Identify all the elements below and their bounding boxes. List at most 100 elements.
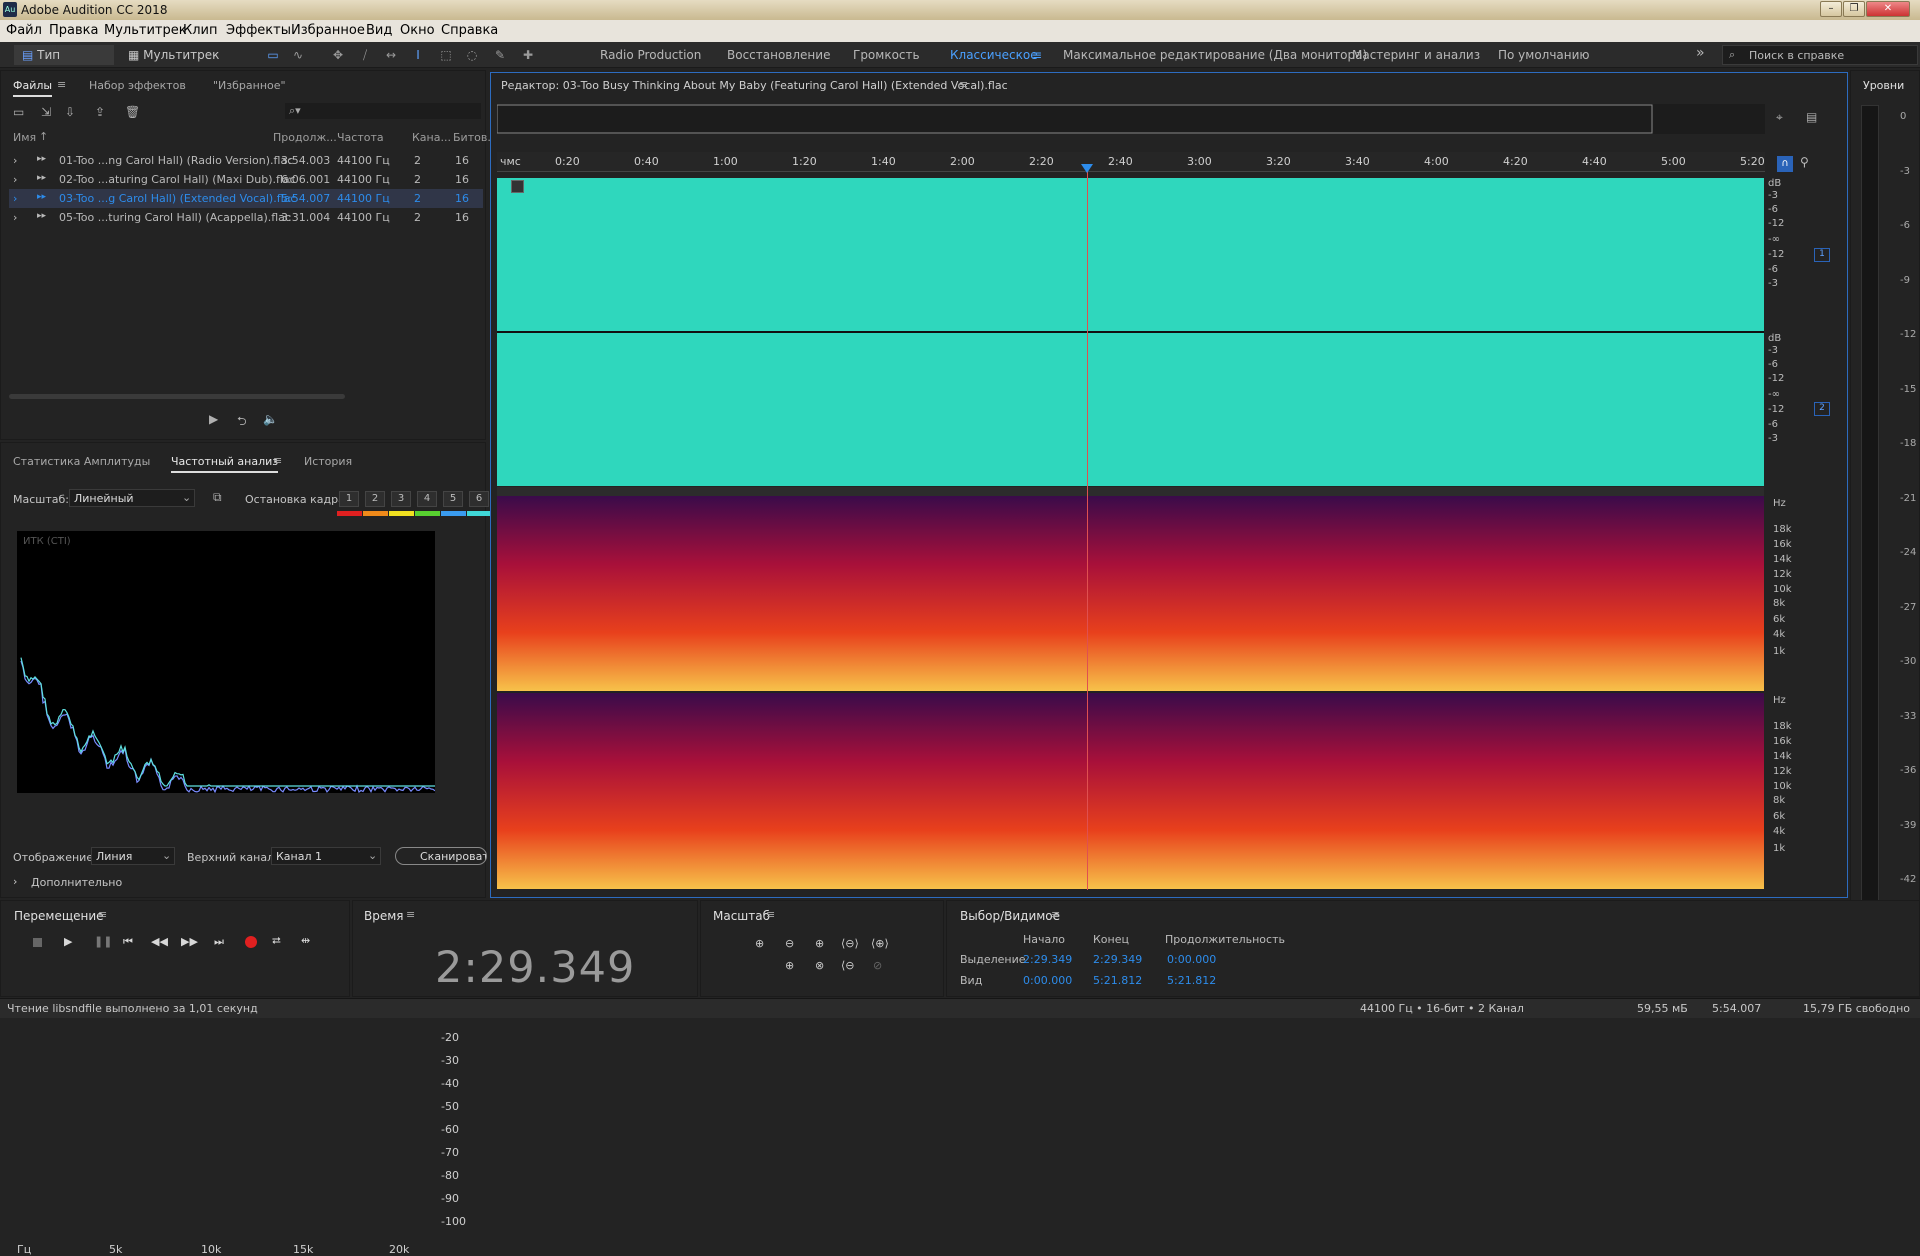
- files-scrollbar[interactable]: [9, 394, 345, 399]
- scan-button[interactable]: Сканировать: [395, 847, 487, 865]
- brush-tool-icon[interactable]: ✎: [492, 47, 508, 63]
- more-workspaces-icon[interactable]: »: [1696, 45, 1705, 61]
- view-start[interactable]: 0:00.000: [1023, 974, 1072, 987]
- auto-play-icon[interactable]: 🔈: [263, 412, 278, 426]
- tab-files[interactable]: Файлы: [13, 79, 53, 97]
- workspace-max-editing[interactable]: Максимальное редактирование (Два монитор…: [1063, 48, 1367, 62]
- menu-file[interactable]: Файл: [6, 23, 42, 38]
- time-selection-tool-icon[interactable]: I: [410, 47, 426, 63]
- waveform-channel-2[interactable]: [497, 333, 1764, 486]
- spot-healing-icon[interactable]: ✚: [520, 47, 536, 63]
- close-icon[interactable]: ✕: [1866, 1, 1910, 17]
- tab-effects-rack[interactable]: Набор эффектов: [89, 79, 186, 92]
- spectral-display-icon[interactable]: ▭: [265, 47, 281, 63]
- selection-duration[interactable]: 0:00.000: [1167, 953, 1216, 966]
- tab-frequency-analysis[interactable]: Частотный анализ: [171, 455, 279, 473]
- restore-icon[interactable]: ❐: [1843, 1, 1865, 17]
- tab-favorites[interactable]: "Избранное": [213, 79, 286, 92]
- tab-history[interactable]: История: [304, 455, 352, 468]
- expand-chevron-icon[interactable]: ›: [13, 192, 17, 205]
- spectrogram-channel-1[interactable]: [497, 496, 1764, 691]
- hold-button-4[interactable]: 4: [417, 491, 437, 507]
- fast-forward-icon[interactable]: ▶▶: [181, 935, 198, 948]
- zoom-to-selection-icon[interactable]: ⊗: [815, 959, 824, 972]
- linked-view-icon[interactable]: ⧉: [213, 490, 222, 505]
- editor-menu-icon[interactable]: ≡: [959, 78, 968, 91]
- to-start-icon[interactable]: ⏮: [123, 935, 133, 949]
- channel-2-badge[interactable]: 2: [1814, 402, 1830, 416]
- zoom-to-selection-icon[interactable]: ⌖: [1776, 110, 1783, 125]
- menu-edit[interactable]: Правка: [49, 23, 98, 38]
- time-menu-icon[interactable]: ≡: [406, 908, 415, 921]
- record-icon[interactable]: [245, 936, 257, 948]
- move-tool-icon[interactable]: ✥: [330, 47, 346, 63]
- workspace-classic[interactable]: Классическое: [950, 48, 1038, 62]
- scale-dropdown[interactable]: Линейный ⌄: [69, 489, 195, 507]
- hold-button-3[interactable]: 3: [391, 491, 411, 507]
- file-row[interactable]: › ▸▸ 03-Too ...g Carol Hall) (Extended Voc…: [9, 189, 483, 208]
- menu-help[interactable]: Справка: [441, 23, 498, 38]
- loop-icon[interactable]: ⮂: [272, 934, 281, 948]
- menu-window[interactable]: Окно: [400, 23, 435, 38]
- channel-dropdown[interactable]: Канал 1 ⌄: [271, 847, 381, 865]
- expand-chevron-icon[interactable]: ›: [13, 875, 17, 888]
- help-search-field[interactable]: ⌕ Поиск в справке: [1722, 45, 1918, 65]
- display-dropdown[interactable]: Линия ⌄: [91, 847, 175, 865]
- view-splitter[interactable]: [497, 487, 1764, 496]
- zoom-menu-icon[interactable]: ≡: [766, 908, 775, 921]
- workspace-default[interactable]: По умолчанию: [1498, 48, 1590, 62]
- marquee-tool-icon[interactable]: ⬚: [438, 47, 454, 63]
- expand-chevron-icon[interactable]: ›: [13, 211, 17, 224]
- skip-icon[interactable]: ⇹: [301, 934, 310, 947]
- overview-options-icon[interactable]: ▤: [1806, 110, 1817, 124]
- play-icon[interactable]: ▶: [64, 935, 72, 948]
- file-filter-field[interactable]: ⌕▾: [285, 103, 481, 119]
- col-name[interactable]: Имя: [13, 131, 36, 144]
- hold-button-2[interactable]: 2: [365, 491, 385, 507]
- help-search-input[interactable]: Поиск в справке: [1749, 49, 1844, 62]
- expand-chevron-icon[interactable]: ›: [13, 173, 17, 186]
- workspace-menu-icon[interactable]: ≡: [1032, 48, 1042, 62]
- zoom-out-amplitude-icon[interactable]: ⊖: [785, 937, 794, 950]
- waveform-mode-button[interactable]: ▤ Тип сигнала: [14, 45, 114, 82]
- menu-clip[interactable]: Клип: [183, 23, 218, 38]
- multitrack-mode-button[interactable]: ▦ Мультитрек: [124, 45, 224, 65]
- file-row[interactable]: › ▸▸ 02-Too ...aturing Carol Hall) (Maxi D…: [9, 170, 483, 189]
- preview-play-icon[interactable]: ▶: [209, 412, 218, 426]
- zoom-disabled-icon[interactable]: ⊘: [873, 959, 882, 972]
- playhead-marker-icon[interactable]: [1081, 164, 1094, 173]
- snap-icon[interactable]: ∩: [1777, 156, 1793, 172]
- playhead[interactable]: [1087, 165, 1089, 890]
- zoom-selection-icon[interactable]: ⟨⊖: [841, 959, 855, 972]
- razor-tool-icon[interactable]: ⧸: [357, 47, 373, 63]
- stop-icon[interactable]: [33, 938, 42, 947]
- hud-icon[interactable]: [511, 180, 524, 193]
- waveform-channel-1[interactable]: [497, 178, 1764, 331]
- menu-view[interactable]: Вид: [366, 23, 392, 38]
- workspace-radio-production[interactable]: Radio Production: [600, 48, 701, 62]
- preview-loop-icon[interactable]: ⮌: [237, 412, 247, 433]
- view-end[interactable]: 5:21.812: [1093, 974, 1142, 987]
- minimize-icon[interactable]: –: [1820, 1, 1842, 17]
- zoom-in-start-icon[interactable]: ⊕: [785, 959, 794, 972]
- file-row[interactable]: › ▸▸ 05-Too ...turing Carol Hall) (Acappel…: [9, 208, 483, 227]
- workspace-loudness[interactable]: Громкость: [853, 48, 920, 62]
- menu-multitrack[interactable]: Мультитрек: [104, 23, 187, 38]
- col-duration[interactable]: Продолж...: [273, 131, 337, 144]
- files-menu-icon[interactable]: ≡: [57, 78, 66, 91]
- open-file-icon[interactable]: ▭: [13, 105, 24, 119]
- pause-icon[interactable]: ❚❚: [94, 935, 112, 948]
- selection-menu-icon[interactable]: ≡: [1051, 908, 1060, 921]
- zoom-out-time-icon[interactable]: ⟨⊖⟩: [841, 937, 859, 950]
- freq-menu-icon[interactable]: ≡: [273, 454, 282, 467]
- workspace-restoration[interactable]: Восстановление: [727, 48, 830, 62]
- hold-button-6[interactable]: 6: [469, 491, 489, 507]
- waveform-overview[interactable]: [496, 104, 1765, 134]
- to-end-icon[interactable]: ⏭: [214, 935, 224, 949]
- menu-effects[interactable]: Эффекты: [226, 23, 291, 38]
- export-icon[interactable]: ⇪: [95, 105, 105, 119]
- zoom-in-time-icon[interactable]: ⊕: [815, 937, 824, 950]
- zoom-in-amplitude-icon[interactable]: ⊕: [755, 937, 764, 950]
- rewind-icon[interactable]: ◀◀: [151, 935, 168, 948]
- marker-pin-icon[interactable]: ⚲: [1800, 155, 1809, 169]
